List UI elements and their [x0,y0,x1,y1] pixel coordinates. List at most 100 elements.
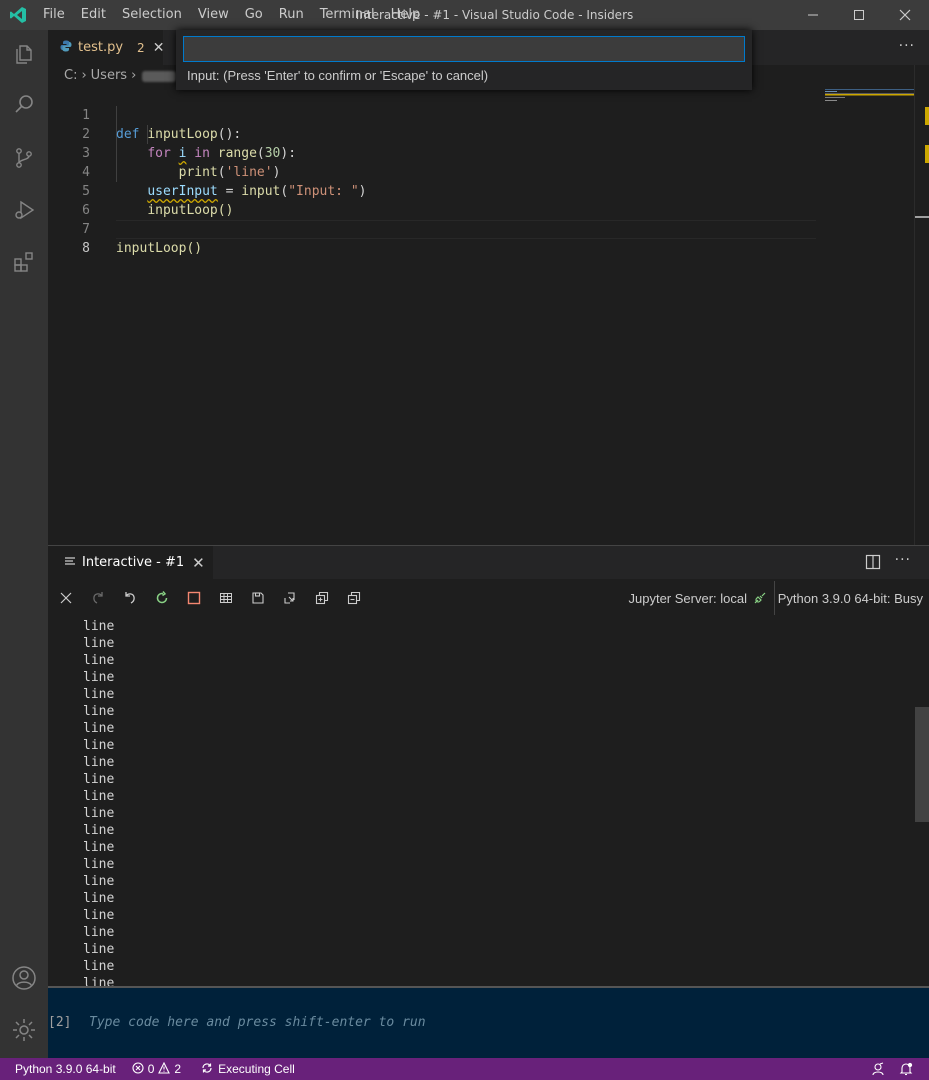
redo-icon[interactable] [82,584,114,612]
close-window-button[interactable] [882,0,928,30]
code-line-4: 4 userInput = input("Input: ") [48,144,914,199]
maximize-button[interactable] [836,0,882,30]
output-line: line [83,619,115,634]
output-line: line [83,942,115,957]
expand-all-icon[interactable] [306,584,338,612]
menu-file[interactable]: File [35,0,73,30]
menu-edit[interactable]: Edit [73,0,114,30]
output-line: line [83,857,115,872]
minimize-button[interactable] [790,0,836,30]
warning-marker [925,145,929,163]
tab-interactive[interactable]: Interactive - #1 ✕ [48,546,213,579]
error-count: 0 [147,1062,155,1076]
tab-label: test.py [78,40,124,55]
cursor-marker [915,216,929,218]
code-line-8: 8 [48,220,914,256]
export-notebook-icon[interactable] [274,584,306,612]
editor-scrollbar[interactable] [914,65,929,545]
restart-kernel-icon[interactable] [146,584,178,612]
menu-help[interactable]: Help [383,0,429,30]
python-file-icon [60,40,72,56]
cell-execution-count: [2] [48,1015,72,1030]
output-line: line [83,687,115,702]
jupyter-connected-plug-icon [753,591,767,609]
output-scrollbar[interactable] [903,617,929,986]
menu-go[interactable]: Go [237,0,271,30]
vscode-insiders-logo-icon [0,0,35,30]
account-icon[interactable] [0,954,48,1002]
code-line-6: 6 [48,182,914,218]
extensions-icon[interactable] [0,238,48,286]
quick-input-message: Input: (Press 'Enter' to confirm or 'Esc… [187,68,489,83]
output-line: line [83,891,115,906]
output-line: line [83,755,115,770]
run-debug-icon[interactable] [0,186,48,234]
tab-label: Interactive - #1 [82,555,185,570]
output-line: line [83,823,115,838]
activity-bar [0,30,48,1058]
interactive-toolbar: Jupyter Server: local Python 3.9.0 64-bi… [48,579,929,617]
python-interpreter-status[interactable]: Python 3.9.0 64-bit [0,1058,124,1080]
notifications-bell-icon[interactable] [891,1058,921,1080]
title-bar: File Edit Selection View Go Run Terminal… [0,0,929,30]
sync-spinner-icon [201,1062,213,1077]
breadcrumb-users[interactable]: Users [91,65,127,87]
kernel-status[interactable]: Python 3.9.0 64-bit: Busy [778,591,923,606]
more-actions-icon[interactable]: ··· [899,38,915,54]
output-line: line [83,772,115,787]
output-line: line [83,806,115,821]
tab-problem-count: 2 [137,40,145,55]
warning-marker [925,107,929,125]
output-line: line [83,925,115,940]
menu-run[interactable]: Run [271,0,312,30]
clear-all-icon[interactable] [50,584,82,612]
live-share-feedback-icon[interactable] [863,1058,893,1080]
source-control-icon[interactable] [0,134,48,182]
cell-input-placeholder[interactable]: Type code here and press shift-enter to … [89,1015,426,1030]
warning-count: 2 [174,1062,182,1076]
collapse-all-icon[interactable] [338,584,370,612]
undo-icon[interactable] [114,584,146,612]
menu-view[interactable]: View [190,0,237,30]
interactive-output: line line line line line line line line line line… [48,617,903,986]
interrupt-kernel-icon[interactable] [178,584,210,612]
output-line: line [83,721,115,736]
toolbar-separator [774,581,775,615]
variables-icon[interactable] [210,584,242,612]
problems-status[interactable]: 0 2 [124,1058,189,1080]
jupyter-server-status[interactable]: Jupyter Server: local [629,591,748,606]
output-lines: line line line line line line line line line line… [83,618,114,986]
close-icon[interactable]: ✕ [153,40,165,56]
line-number: 8 [82,241,90,256]
output-scroll-thumb[interactable] [915,707,929,822]
search-icon[interactable] [0,80,48,128]
cell-input-box[interactable]: [2] Type code here and press shift-enter… [48,988,929,1058]
output-line: line [83,704,115,719]
executing-cell-label: Executing Cell [218,1062,295,1076]
code-line-7: 7 inputLoop() [48,201,914,256]
executing-cell-status[interactable]: Executing Cell [193,1058,303,1080]
redacted-username [142,70,177,82]
menu-selection[interactable]: Selection [114,0,190,30]
minimap[interactable] [825,87,915,545]
code-line-5: 5 inputLoop() [48,163,914,218]
output-line: line [83,959,115,974]
quick-input-field[interactable] [183,36,745,62]
function-call: inputLoop() [116,241,203,256]
save-icon[interactable] [242,584,274,612]
manage-gear-icon[interactable] [0,1006,48,1054]
error-icon [132,1061,144,1077]
code-line-2: 2 for i in range(30): [48,106,914,161]
interactive-tab-bar: Interactive - #1 ✕ ··· [48,546,929,579]
code-editor[interactable]: 1 def inputLoop(): 2 for i in range(30):… [48,87,914,545]
output-line: line [83,738,115,753]
tab-test-py[interactable]: test.py 2 ✕ [48,30,165,65]
close-icon[interactable]: ✕ [192,554,205,572]
breadcrumb-drive[interactable]: C: [64,65,77,87]
output-line: line [83,874,115,889]
split-editor-icon[interactable] [865,554,881,574]
menu-terminal[interactable]: Terminal [312,0,383,30]
more-actions-icon[interactable]: ··· [895,552,911,568]
explorer-icon[interactable] [0,30,48,78]
code-line-3: 3 print('line') [48,125,914,180]
